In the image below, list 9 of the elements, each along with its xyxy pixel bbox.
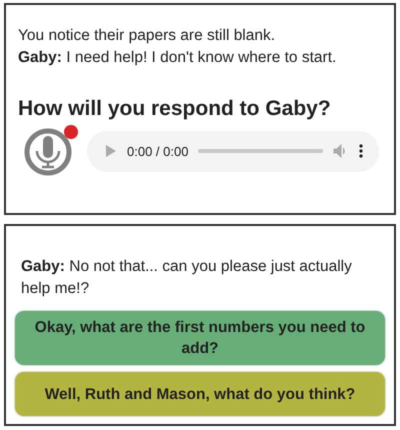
play-icon[interactable] xyxy=(105,144,117,158)
question-heading: How will you respond to Gaby? xyxy=(18,97,332,121)
narration-text: Gaby: I need help! I don't know where to start. xyxy=(18,48,338,68)
more-options-icon[interactable] xyxy=(359,144,363,158)
narration-text: You notice their papers are still blank. xyxy=(18,26,276,46)
response-choice[interactable]: Okay, what are the first numbers you need to add? xyxy=(14,310,386,366)
response-choice[interactable]: Well, Ruth and Mason, what do you think? xyxy=(14,371,386,417)
dialogue-text: Gaby: No not that... can you please just actually help me!? xyxy=(20,257,353,299)
time-text: 0:00 / 0:00 xyxy=(127,144,188,158)
